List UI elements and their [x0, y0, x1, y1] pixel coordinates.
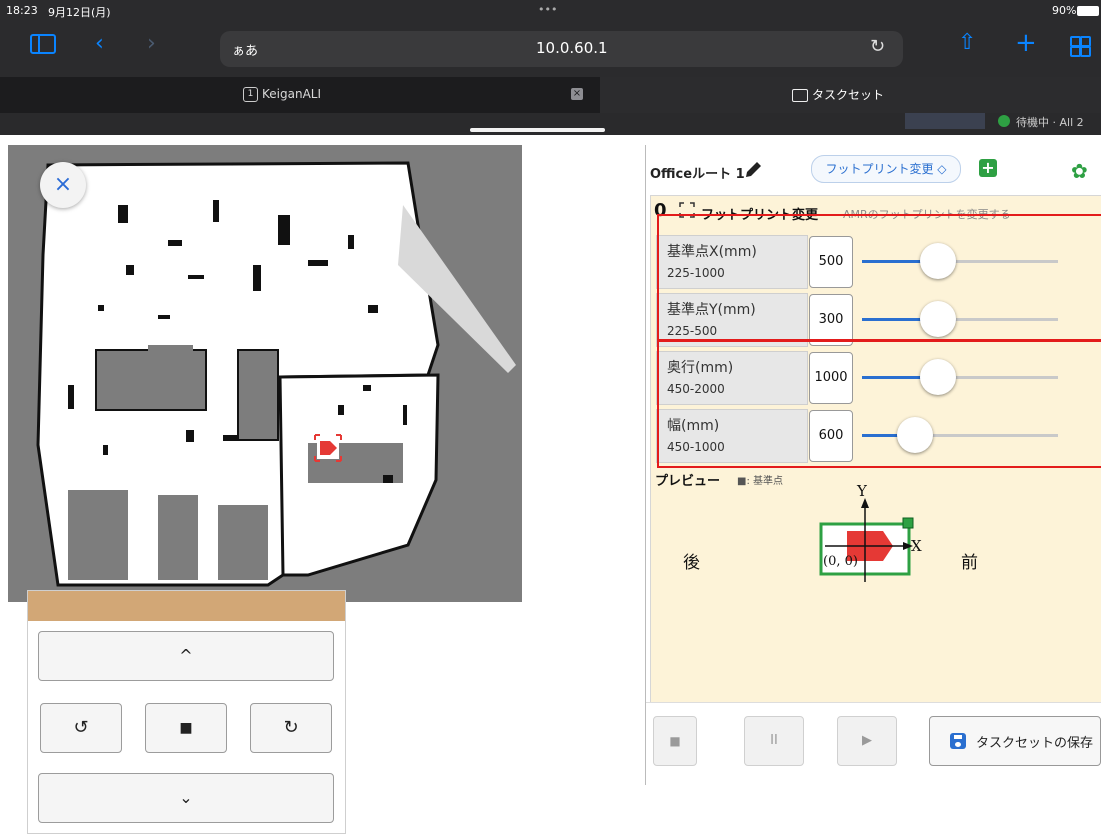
- tab-label: KeiganALI: [262, 87, 321, 101]
- forward-button[interactable]: ^: [38, 631, 334, 681]
- url-text[interactable]: 10.0.60.1: [536, 39, 608, 57]
- status-time: 18:23: [6, 4, 38, 17]
- rotate-right-button[interactable]: ↻: [250, 703, 332, 753]
- battery-icon: [1077, 6, 1099, 16]
- battery-percent: 90%: [1052, 4, 1077, 17]
- occupancy-map[interactable]: [8, 145, 522, 602]
- robot-status-text: 待機中 · All 2: [1016, 116, 1084, 129]
- tab-overview-icon[interactable]: [1070, 36, 1091, 57]
- highlight-box: [657, 340, 1101, 468]
- new-tab-icon[interactable]: +: [1015, 28, 1037, 58]
- tab-taskset[interactable]: タスクセット: [600, 77, 1101, 113]
- route-title: Officeルート 1: [650, 167, 745, 182]
- play-task-button[interactable]: ▶: [837, 716, 897, 766]
- manual-control-header: [28, 591, 345, 621]
- axis-x-label: X: [911, 537, 922, 555]
- task-editor-panel: Officeルート 1 フットプリント変更 ◇ + ✿ 0 フットプリント変更 …: [645, 145, 1101, 785]
- share-icon[interactable]: ⇧: [958, 30, 976, 55]
- footprint-select[interactable]: フットプリント変更 ◇: [811, 155, 961, 183]
- page-header-strip: 待機中 · All 2: [0, 113, 1101, 135]
- map-canvas: [8, 145, 522, 602]
- save-label: タスクセットの保存: [976, 736, 1094, 751]
- stop-button[interactable]: ■: [145, 703, 227, 753]
- status-date: 9月12日(月): [48, 6, 111, 19]
- edit-pencil-icon[interactable]: [742, 159, 764, 181]
- forward-icon[interactable]: ›: [147, 31, 156, 56]
- add-task-icon[interactable]: +: [979, 159, 997, 177]
- preview-label: プレビュー: [655, 474, 721, 489]
- tab-favicon-icon: [792, 89, 808, 102]
- axis-y-label: Y: [857, 482, 867, 500]
- tab-keiganali[interactable]: 1 KeiganALI: [0, 77, 550, 113]
- rear-label: 後: [683, 553, 700, 573]
- home-indicator: [470, 128, 605, 132]
- origin-label: (0, 0): [823, 554, 858, 569]
- save-floppy-icon: [950, 733, 966, 749]
- reload-icon[interactable]: ↻: [870, 36, 885, 57]
- browser-toolbar: ‹ › ぁあ 10.0.60.1 ↻ ⇧ +: [0, 22, 1101, 77]
- reader-format-button[interactable]: ぁあ: [232, 40, 258, 59]
- header-button[interactable]: [905, 113, 985, 129]
- status-bar: 18:23 9月12日(月) ••• 90%: [0, 0, 1101, 22]
- back-icon[interactable]: ‹: [95, 31, 104, 56]
- pause-task-button[interactable]: II: [744, 716, 804, 766]
- stop-task-button[interactable]: ■: [653, 716, 697, 766]
- save-taskset-button[interactable]: タスクセットの保存: [929, 716, 1101, 766]
- tab-favicon-icon: 1: [243, 87, 258, 102]
- sidebar-icon[interactable]: [30, 34, 56, 54]
- map-close-button[interactable]: ×: [40, 162, 86, 208]
- preview-legend: ■: 基準点: [737, 476, 783, 487]
- tab-bar: 1 KeiganALI × タスクセット: [0, 77, 1101, 113]
- highlight-box: [657, 214, 1101, 341]
- status-dot-icon: [998, 115, 1010, 127]
- settings-gear-icon[interactable]: ✿: [1071, 159, 1088, 183]
- footprint-preview: Y X (0, 0): [811, 482, 931, 604]
- backward-button[interactable]: ⌄: [38, 773, 334, 823]
- tab-label: タスクセット: [812, 88, 885, 102]
- manual-control-panel: ^ ↺ ■ ↻ ⌄: [27, 590, 346, 834]
- front-label: 前: [961, 553, 978, 573]
- task-card: 0 フットプリント変更 AMRのフットプリントを変更する 基準点X(mm) 22…: [650, 195, 1101, 703]
- multitask-dots[interactable]: •••: [538, 3, 557, 16]
- address-bar[interactable]: ぁあ 10.0.60.1 ↻: [220, 31, 903, 67]
- divider: [646, 702, 1101, 703]
- rotate-left-button[interactable]: ↺: [40, 703, 122, 753]
- tab-close-icon[interactable]: ×: [571, 88, 583, 100]
